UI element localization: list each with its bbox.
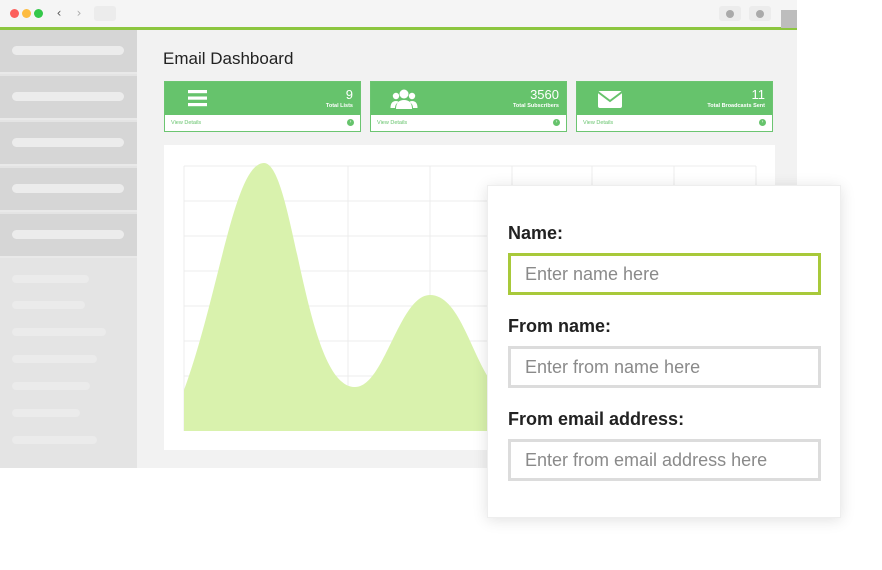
sidebar-subitem-placeholder[interactable] (12, 275, 89, 283)
stat-value: 9 (345, 87, 353, 102)
sidebar-subitem-placeholder[interactable] (12, 409, 80, 417)
from-email-label: From email address: (508, 409, 685, 429)
sidebar-item-placeholder (12, 46, 124, 55)
envelope-icon (597, 91, 623, 108)
arrow-right-icon[interactable]: › (759, 119, 766, 126)
forward-icon[interactable]: › (72, 6, 86, 20)
sidebar-item[interactable] (0, 30, 137, 74)
stat-value: 11 (751, 87, 766, 102)
sidebar-item-placeholder (12, 184, 124, 193)
stat-caption: Total Lists (325, 103, 353, 109)
sidebar-subitem-placeholder[interactable] (12, 328, 106, 336)
sidebar-item[interactable] (0, 122, 137, 166)
sidebar-subitem-placeholder[interactable] (12, 355, 97, 363)
sidebar-item-placeholder (12, 92, 124, 101)
sidebar-subitem-placeholder[interactable] (12, 382, 90, 390)
minimize-dot-icon[interactable] (22, 9, 31, 18)
page-title: Email Dashboard (163, 49, 294, 68)
view-details-link[interactable]: View Details (171, 120, 201, 126)
stat-card-header: 9 Total Lists (165, 82, 360, 115)
back-icon[interactable]: ‹ (52, 6, 66, 20)
from-name-input[interactable] (508, 346, 821, 388)
sidebar-item[interactable] (0, 76, 137, 120)
from-email-input[interactable] (508, 439, 821, 481)
close-dot-icon[interactable] (10, 9, 19, 18)
window-control-icon[interactable] (749, 6, 771, 21)
stat-card-lists[interactable]: 9 Total Lists View Details › (164, 81, 361, 132)
stat-caption: Total Subscribers (512, 103, 559, 109)
arrow-right-icon[interactable]: › (553, 119, 560, 126)
sidebar (0, 30, 137, 468)
list-icon (188, 90, 207, 107)
stat-card-header: 11 Total Broadcasts Sent (577, 82, 772, 115)
maximize-dot-icon[interactable] (34, 9, 43, 18)
stat-value: 3560 (530, 87, 559, 102)
chart-area-fill (184, 163, 504, 431)
name-input[interactable] (508, 253, 821, 295)
view-details-link[interactable]: View Details (583, 120, 613, 126)
sidebar-subitem-placeholder[interactable] (12, 301, 85, 309)
sidebar-item-placeholder (12, 230, 124, 239)
stat-card-subscribers[interactable]: 3560 Total Subscribers View Details › (370, 81, 567, 132)
view-details-link[interactable]: View Details (377, 120, 407, 126)
tab-placeholder[interactable] (94, 6, 116, 21)
campaign-form-card: Name: From name: From email address: (487, 185, 841, 518)
sidebar-subitem-placeholder[interactable] (12, 436, 97, 444)
sidebar-item[interactable] (0, 214, 137, 258)
window-control-icon[interactable] (719, 6, 741, 21)
sidebar-item[interactable] (0, 168, 137, 212)
sidebar-item-placeholder (12, 138, 124, 147)
arrow-right-icon[interactable]: › (347, 119, 354, 126)
name-label: Name: (508, 223, 564, 243)
from-name-label: From name: (508, 316, 612, 336)
stat-caption: Total Broadcasts Sent (707, 103, 765, 109)
browser-titlebar: ‹ › (0, 0, 797, 28)
users-icon (390, 89, 418, 109)
stat-card-broadcasts[interactable]: 11 Total Broadcasts Sent View Details › (576, 81, 773, 132)
scrollbar-thumb[interactable] (781, 10, 797, 28)
stat-card-header: 3560 Total Subscribers (371, 82, 566, 115)
